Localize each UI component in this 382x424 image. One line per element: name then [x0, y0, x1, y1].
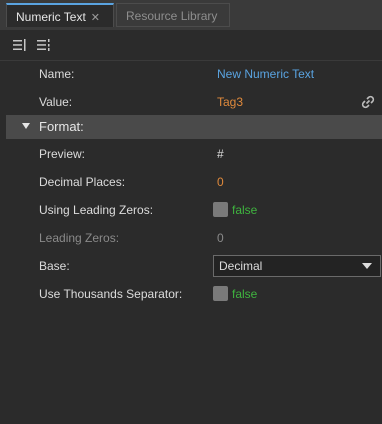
property-row-preview: Preview: #: [0, 141, 382, 169]
use-thousands-separator-label: Use Thousands Separator:: [39, 287, 183, 301]
name-label: Name:: [39, 67, 75, 81]
format-section-header[interactable]: Format:: [6, 115, 382, 139]
using-leading-zeros-label: Using Leading Zeros:: [39, 203, 154, 217]
property-row-using-leading-zeros: Using Leading Zeros: false: [0, 197, 382, 225]
leading-zeros-label: Leading Zeros:: [39, 231, 120, 245]
value-label: Value:: [39, 95, 73, 109]
tab-bar: Numeric Text ✕ Resource Library: [0, 0, 382, 30]
base-dropdown[interactable]: Decimal: [213, 255, 381, 277]
close-icon[interactable]: ✕: [91, 12, 100, 24]
link-icon[interactable]: [360, 94, 376, 110]
value-tag[interactable]: Tag3: [217, 89, 243, 115]
property-row-use-thousands-separator: Use Thousands Separator: false: [0, 281, 382, 309]
align-right-icon[interactable]: [36, 37, 52, 53]
tab-label: Numeric Text: [16, 10, 86, 24]
leading-zeros-value: 0: [217, 231, 224, 245]
decimal-places-label: Decimal Places:: [39, 175, 126, 189]
using-leading-zeros-checkbox[interactable]: [213, 202, 228, 217]
use-thousands-separator-value: false: [232, 287, 258, 301]
toolbar: [0, 30, 382, 61]
align-left-icon[interactable]: [12, 37, 28, 53]
property-row-decimal-places: Decimal Places: 0: [0, 169, 382, 197]
using-leading-zeros-value: false: [232, 203, 258, 217]
name-value[interactable]: New Numeric Text: [217, 61, 314, 87]
decimal-places-value[interactable]: 0: [217, 169, 224, 195]
format-section-label: Format:: [39, 119, 84, 134]
use-thousands-separator-checkbox[interactable]: [213, 286, 228, 301]
property-row-name: Name: New Numeric Text: [0, 61, 382, 89]
preview-label: Preview:: [39, 147, 86, 161]
collapse-arrow-icon[interactable]: [22, 123, 30, 129]
chevron-down-icon[interactable]: [362, 263, 372, 269]
property-row-value: Value: Tag3: [0, 89, 382, 117]
property-row-leading-zeros: Leading Zeros: 0: [0, 225, 382, 253]
base-dropdown-value: Decimal: [219, 259, 263, 273]
base-label: Base:: [39, 259, 70, 273]
tab-label: Resource Library: [126, 9, 218, 23]
preview-value: #: [217, 147, 224, 161]
tab-numeric-text[interactable]: Numeric Text ✕: [6, 3, 114, 27]
tab-resource-library[interactable]: Resource Library: [116, 3, 230, 27]
property-row-base: Base: Decimal: [0, 253, 382, 281]
